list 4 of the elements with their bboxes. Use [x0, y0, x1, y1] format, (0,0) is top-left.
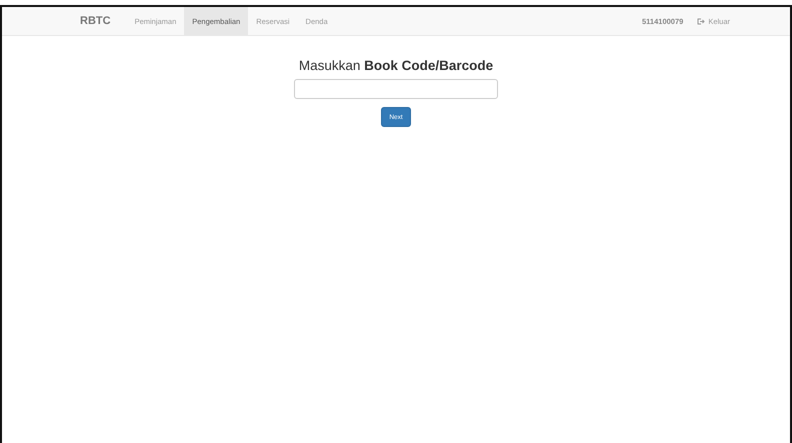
- brand-link[interactable]: RBTC: [80, 7, 111, 35]
- logout-icon: [697, 18, 706, 24]
- input-field[interactable]: [294, 79, 498, 99]
- form-title: Masukkan Book Code/Barcode: [298, 58, 494, 73]
